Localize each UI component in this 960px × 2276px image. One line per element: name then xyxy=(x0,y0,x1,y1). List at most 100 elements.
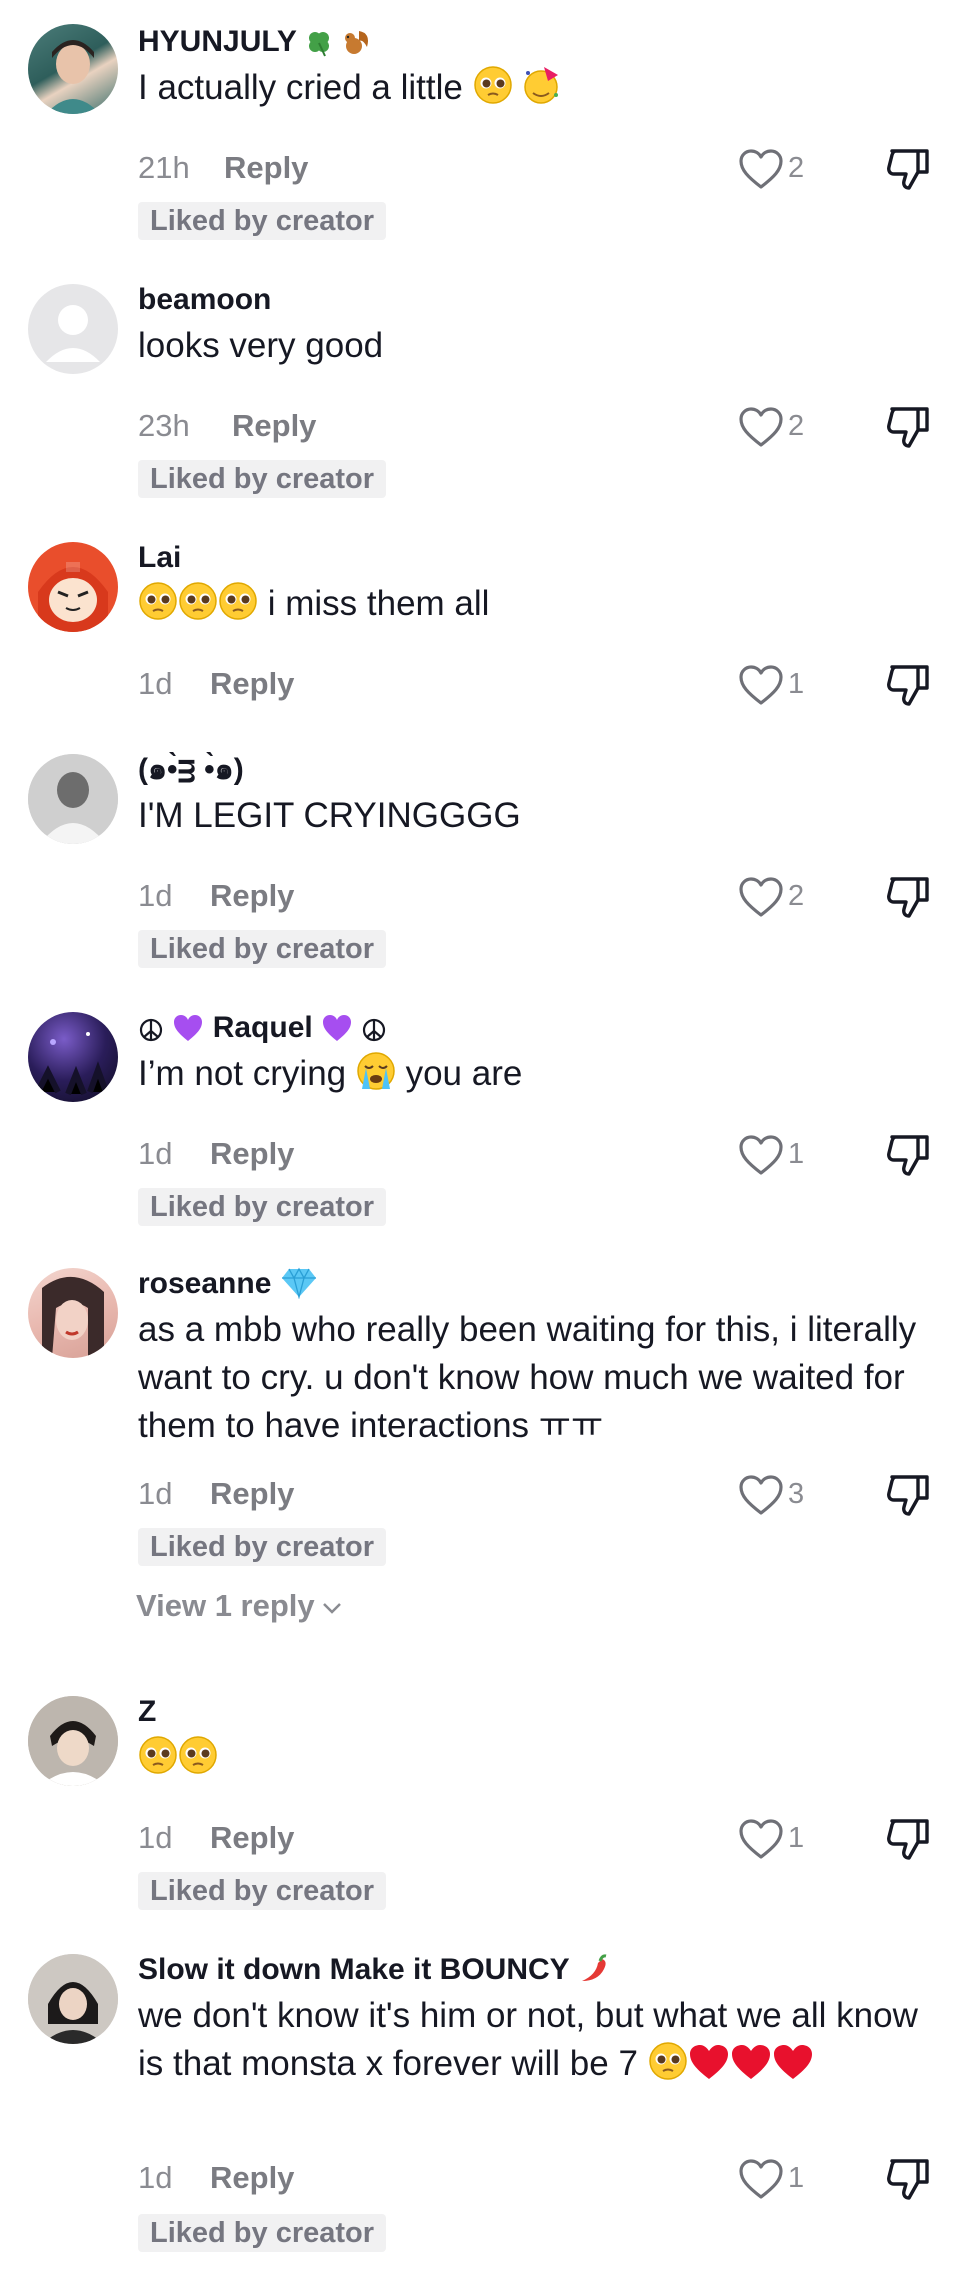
like-count: 2 xyxy=(788,410,805,442)
like-count: 1 xyxy=(788,2162,805,2194)
gem-stone-emoji xyxy=(280,1267,318,1310)
comment-username[interactable]: Slow it down Make it BOUNCY xyxy=(138,1950,928,1990)
comment-time: 1d xyxy=(138,1476,173,1511)
clover-emoji xyxy=(305,28,333,68)
comment-username[interactable]: beamoon xyxy=(138,280,928,320)
comment-time: 1d xyxy=(138,878,173,913)
heart-outline-icon xyxy=(739,665,783,705)
thumbs-down-icon xyxy=(887,407,929,448)
heart-outline-icon xyxy=(739,2159,783,2199)
like-count: 3 xyxy=(788,1478,805,1510)
peace-symbol-emoji xyxy=(138,1014,164,1054)
comment-text: I’m not crying you are xyxy=(138,1050,928,1104)
comment-username[interactable]: Lai xyxy=(138,538,928,578)
reply-button[interactable]: Reply xyxy=(210,1820,294,1856)
avatar[interactable] xyxy=(28,1012,118,1102)
red-heart-emoji xyxy=(772,2043,814,2094)
reply-button[interactable]: Reply xyxy=(210,1136,294,1172)
reply-button[interactable]: Reply xyxy=(210,2160,294,2196)
view-replies-button[interactable]: View 1 reply xyxy=(136,1588,343,1624)
comment-actions: 1d Reply 1 xyxy=(138,1816,929,1864)
reply-button[interactable]: Reply xyxy=(232,408,316,444)
comment-text: we don't know it's him or not, but what … xyxy=(138,1992,928,2094)
comment-username[interactable]: roseanne xyxy=(138,1264,928,1304)
comment-actions: 23h Reply 2 xyxy=(138,404,929,452)
thumbs-down-icon xyxy=(887,1475,929,1516)
reply-button[interactable]: Reply xyxy=(210,666,294,702)
avatar[interactable] xyxy=(28,24,118,114)
comment-username[interactable]: Z xyxy=(138,1692,928,1732)
dislike-button[interactable] xyxy=(884,2156,932,2210)
comment-text: looks very good xyxy=(138,326,384,365)
liked-by-creator-badge: Liked by creator xyxy=(138,2214,387,2252)
reply-button[interactable]: Reply xyxy=(210,1476,294,1512)
partying-face-emoji xyxy=(522,65,562,118)
thumbs-down-icon xyxy=(887,1135,929,1176)
comment-actions: 1d Reply 2 xyxy=(138,874,929,922)
heart-outline-icon xyxy=(739,877,783,917)
dislike-button[interactable] xyxy=(884,1472,932,1526)
liked-by-creator-badge: Liked by creator xyxy=(138,202,387,240)
comment-actions: 1d Reply 1 xyxy=(138,2156,929,2204)
comment-actions: 1d Reply 3 xyxy=(138,1472,929,1520)
purple-heart-emoji xyxy=(172,1013,204,1054)
dislike-button[interactable] xyxy=(884,662,932,716)
dislike-button[interactable] xyxy=(884,1132,932,1186)
comment-item: Slow it down Make it BOUNCY we don't kno… xyxy=(0,1950,960,2252)
reply-button[interactable]: Reply xyxy=(224,150,308,186)
thumbs-down-icon xyxy=(887,1819,929,1860)
pleading-face-emoji xyxy=(473,65,513,118)
like-count: 1 xyxy=(788,1138,805,1170)
avatar[interactable] xyxy=(28,284,118,374)
pleading-face-emoji xyxy=(138,1735,178,1788)
liked-by-creator-badge: Liked by creator xyxy=(138,1872,387,1910)
comment-item: beamoon looks very good 23h Reply 2 Like… xyxy=(0,280,960,498)
avatar[interactable] xyxy=(28,754,118,844)
thumbs-down-icon xyxy=(887,149,929,190)
comment-text: as a mbb who really been waiting for thi… xyxy=(138,1310,917,1445)
comment-time: 1d xyxy=(138,1820,173,1855)
avatar[interactable] xyxy=(28,1696,118,1786)
comment-item: Z 1d Reply 1 Liked by creator xyxy=(0,1692,960,1910)
heart-outline-icon xyxy=(739,1819,783,1859)
thumbs-down-icon xyxy=(887,2159,929,2200)
comment-time: 21h xyxy=(138,150,190,185)
pleading-face-emoji xyxy=(648,2041,688,2094)
heart-outline-icon xyxy=(739,407,783,447)
comment-username[interactable]: (๑•̀ᴟ •̀๑) xyxy=(138,750,928,790)
comment-actions: 21h Reply 2 xyxy=(138,146,929,194)
avatar[interactable] xyxy=(28,1954,118,2044)
comment-actions: 1d Reply 1 xyxy=(138,662,929,710)
dislike-button[interactable] xyxy=(884,1816,932,1870)
loudly-crying-face-emoji xyxy=(356,1051,396,1104)
heart-outline-icon xyxy=(739,1135,783,1175)
purple-heart-emoji xyxy=(321,1013,353,1054)
comment-time: 1d xyxy=(138,1136,173,1171)
comment-username[interactable]: HYUNJULY xyxy=(138,22,928,62)
like-count: 2 xyxy=(788,880,805,912)
chevron-down-icon xyxy=(322,1602,341,1614)
dislike-button[interactable] xyxy=(884,146,932,200)
comment-text: I actually cried a little xyxy=(138,64,928,118)
pleading-face-emoji xyxy=(178,581,218,634)
squirrel-emoji xyxy=(341,27,371,68)
red-heart-emoji xyxy=(730,2043,772,2094)
avatar[interactable] xyxy=(28,1268,118,1358)
liked-by-creator-badge: Liked by creator xyxy=(138,1528,387,1566)
comment-text xyxy=(138,1734,928,1788)
dislike-button[interactable] xyxy=(884,404,932,458)
thumbs-down-icon xyxy=(887,665,929,706)
comment-item: Raquel I’m not crying you are 1d Reply 1 xyxy=(0,1008,960,1226)
like-count: 1 xyxy=(788,1822,805,1854)
comment-item: roseanne as a mbb who really been waitin… xyxy=(0,1264,960,1644)
thumbs-down-icon xyxy=(887,877,929,918)
pleading-face-emoji xyxy=(218,581,258,634)
reply-button[interactable]: Reply xyxy=(210,878,294,914)
heart-outline-icon xyxy=(739,1475,783,1515)
avatar[interactable] xyxy=(28,542,118,632)
pleading-face-emoji xyxy=(178,1735,218,1788)
comment-username[interactable]: Raquel xyxy=(138,1008,928,1048)
like-count: 1 xyxy=(788,668,805,700)
liked-by-creator-badge: Liked by creator xyxy=(138,930,387,968)
dislike-button[interactable] xyxy=(884,874,932,928)
